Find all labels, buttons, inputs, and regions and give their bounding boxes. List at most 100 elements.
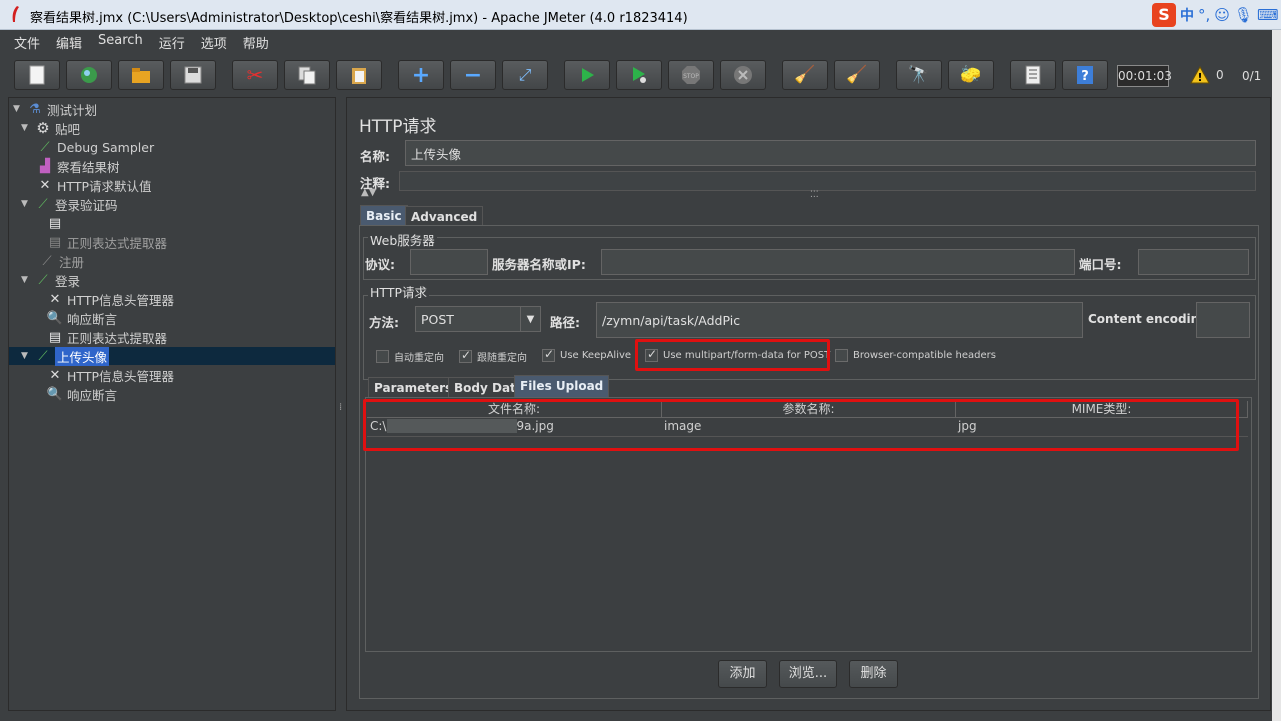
wrench-icon: ✕ bbox=[49, 291, 61, 307]
content-encoding-label: Content encoding: bbox=[1088, 312, 1213, 326]
comment-field[interactable] bbox=[399, 171, 1256, 191]
splitter-grip-icon: ⁞ bbox=[339, 402, 343, 413]
open-icon[interactable] bbox=[118, 60, 164, 90]
help-icon[interactable]: ? bbox=[1062, 60, 1108, 90]
window-title: 察看结果树.jmx (C:\Users\Administrator\Deskto… bbox=[30, 11, 688, 26]
cut-icon[interactable]: ✂ bbox=[232, 60, 278, 90]
split-pane-divider[interactable]: ⁞ bbox=[337, 97, 345, 711]
tree-node-test-plan[interactable]: ▼ ⚗ 测试计划 bbox=[13, 100, 97, 118]
server-label: 服务器名称或IP: bbox=[492, 257, 586, 272]
clear-all-icon[interactable]: 🧹 bbox=[834, 60, 880, 90]
collapse-icon[interactable]: − bbox=[450, 60, 496, 90]
browse-button[interactable]: 浏览... bbox=[779, 660, 837, 688]
warning-icon: ! bbox=[1190, 66, 1210, 84]
tab-parameters[interactable]: Parameters bbox=[368, 377, 459, 397]
protocol-label: 协议: bbox=[365, 257, 395, 272]
tree-node-extractor-blank[interactable]: ▤ bbox=[47, 214, 67, 232]
menu-edit[interactable]: 编辑 bbox=[54, 30, 88, 52]
follow-redirects-checkbox[interactable]: 跟随重定向 bbox=[459, 348, 527, 364]
port-label: 端口号: bbox=[1079, 257, 1122, 272]
path-label: 路径: bbox=[550, 315, 580, 330]
http-request-group-label: HTTP请求 bbox=[368, 282, 429, 301]
paste-icon[interactable] bbox=[336, 60, 382, 90]
pipette-icon: ⟋ bbox=[40, 139, 50, 155]
tree-node-header-manager-2[interactable]: ✕ HTTP信息头管理器 bbox=[47, 366, 174, 384]
tab-advanced[interactable]: Advanced bbox=[405, 206, 484, 226]
active-threads: 0/1 bbox=[1242, 69, 1262, 83]
extractor-disabled-icon: ▤ bbox=[48, 234, 62, 250]
tree-node-regex-extractor[interactable]: ▤ 正则表达式提取器 bbox=[47, 328, 167, 346]
svg-text:!: ! bbox=[1197, 71, 1202, 84]
menu-help[interactable]: 帮助 bbox=[241, 30, 275, 52]
add-button[interactable]: 添加 bbox=[718, 660, 767, 688]
chart-icon: ▟ bbox=[40, 158, 50, 174]
start-no-pause-icon[interactable] bbox=[616, 60, 662, 90]
jmeter-feather-icon bbox=[12, 6, 19, 22]
menu-file[interactable]: 文件 bbox=[12, 30, 46, 52]
port-field[interactable] bbox=[1138, 249, 1249, 275]
templates-icon[interactable] bbox=[66, 60, 112, 90]
menu-options[interactable]: 选项 bbox=[199, 30, 233, 52]
checkbox-box[interactable] bbox=[835, 349, 848, 362]
reset-search-icon[interactable]: 🧽 bbox=[948, 60, 994, 90]
pipette-icon: ⟋ bbox=[38, 348, 48, 364]
tree-node-response-assertion-2[interactable]: 🔍 响应断言 bbox=[47, 385, 117, 403]
new-icon[interactable] bbox=[14, 60, 60, 90]
tree-node-thread-group[interactable]: ▼ ⚙ 贴吧 bbox=[21, 119, 80, 137]
keyboard-icon[interactable]: ⌨ bbox=[1257, 6, 1279, 24]
tab-files-upload[interactable]: Files Upload bbox=[514, 375, 610, 397]
warning-count: 0 bbox=[1216, 68, 1224, 82]
extractor-icon: ▤ bbox=[48, 215, 62, 231]
ime-punct[interactable]: °, bbox=[1198, 6, 1210, 24]
checkbox-box[interactable] bbox=[459, 348, 472, 363]
search-icon[interactable]: 🔭 bbox=[896, 60, 942, 90]
keepalive-checkbox[interactable]: Use KeepAlive bbox=[542, 347, 631, 362]
tree-node-debug-sampler[interactable]: ⟋ Debug Sampler bbox=[37, 138, 154, 156]
server-field[interactable] bbox=[601, 249, 1075, 275]
tree-node-regex-extractor-disabled[interactable]: ▤ 正则表达式提取器 bbox=[47, 233, 167, 251]
http-request-panel: HTTP请求 名称: 上传头像 注释: ▲▼ ⁚⁚⁚ Basic Advance… bbox=[346, 97, 1271, 711]
copy-icon[interactable] bbox=[284, 60, 330, 90]
stop-icon[interactable]: STOP bbox=[668, 60, 714, 90]
browser-headers-checkbox[interactable]: Browser-compatible headers bbox=[835, 349, 996, 362]
checkbox-box[interactable] bbox=[376, 350, 389, 363]
function-helper-icon[interactable] bbox=[1010, 60, 1056, 90]
start-icon[interactable] bbox=[564, 60, 610, 90]
tree-node-captcha[interactable]: ▼ ⟋ 登录验证码 bbox=[21, 195, 118, 213]
toggle-icon[interactable]: ⤢ bbox=[502, 60, 548, 90]
checkbox-box[interactable] bbox=[542, 347, 555, 362]
tree-node-upload-avatar[interactable]: ▼ ⟋ 上传头像 bbox=[9, 346, 335, 366]
tab-basic[interactable]: Basic bbox=[360, 205, 408, 225]
wrench-icon: ✕ bbox=[39, 177, 51, 193]
divider-grip-icon[interactable]: ⁚⁚⁚ bbox=[810, 190, 819, 200]
ime-toolbar[interactable]: S 中 °, ☺ 🎙 ⌨ bbox=[1152, 3, 1279, 27]
tree-node-register[interactable]: ⟋ 注册 bbox=[39, 252, 84, 270]
chevron-down-icon[interactable]: ▼ bbox=[520, 307, 540, 331]
tree-node-header-manager[interactable]: ✕ HTTP信息头管理器 bbox=[47, 290, 174, 308]
microphone-icon[interactable]: 🎙 bbox=[1234, 6, 1253, 24]
menu-search[interactable]: Search bbox=[96, 30, 149, 52]
expand-icon[interactable]: + bbox=[398, 60, 444, 90]
name-field[interactable]: 上传头像 bbox=[405, 140, 1256, 166]
path-field[interactable]: /zymn/api/task/AddPic bbox=[596, 302, 1083, 338]
tree-node-response-assertion[interactable]: 🔍 响应断言 bbox=[47, 309, 117, 327]
content-encoding-field[interactable] bbox=[1196, 302, 1250, 338]
ime-mode[interactable]: 中 bbox=[1180, 5, 1194, 25]
shutdown-icon[interactable] bbox=[720, 60, 766, 90]
sogou-logo-icon[interactable]: S bbox=[1152, 3, 1176, 27]
clear-icon[interactable]: 🧹 bbox=[782, 60, 828, 90]
redirect-auto-checkbox[interactable]: 自动重定向 bbox=[376, 349, 444, 364]
menu-run[interactable]: 运行 bbox=[157, 30, 191, 52]
method-select[interactable]: POST ▼ bbox=[415, 306, 541, 332]
tree-node-login[interactable]: ▼ ⟋ 登录 bbox=[21, 271, 80, 289]
warning-indicator[interactable]: ! 0 bbox=[1190, 66, 1224, 84]
save-icon[interactable] bbox=[170, 60, 216, 90]
tree-node-results-tree[interactable]: ▟ 察看结果树 bbox=[37, 157, 120, 175]
protocol-field[interactable] bbox=[410, 249, 488, 275]
wrench-icon: ✕ bbox=[49, 367, 61, 383]
tree-node-http-defaults[interactable]: ✕ HTTP请求默认值 bbox=[37, 176, 152, 194]
emoji-icon[interactable]: ☺ bbox=[1214, 6, 1230, 24]
collapse-arrows-icon[interactable]: ▲▼ bbox=[361, 187, 376, 198]
delete-button[interactable]: 删除 bbox=[849, 660, 898, 688]
menu-bar: 文件 编辑 Search 运行 选项 帮助 bbox=[0, 30, 1281, 52]
